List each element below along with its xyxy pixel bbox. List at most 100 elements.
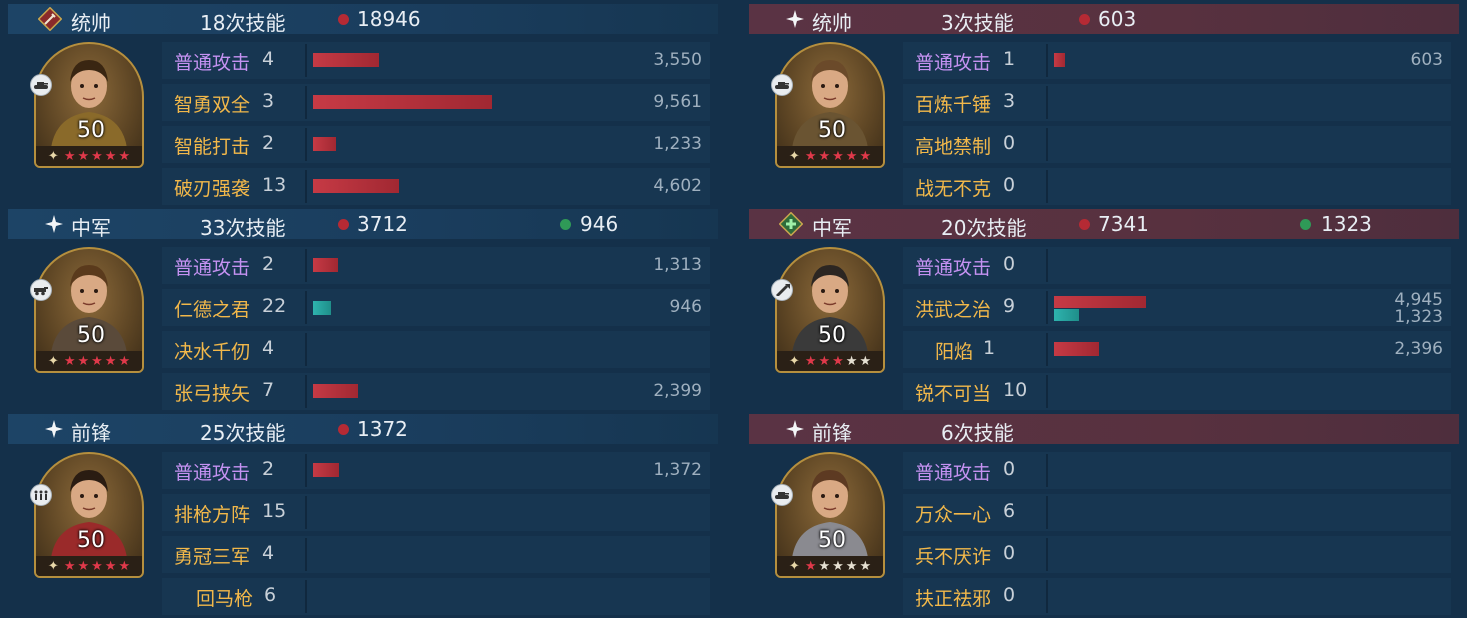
skill-row[interactable]: 百炼千锤 3 <box>903 82 1451 122</box>
skill-count: 6次技能 <box>941 421 1014 445</box>
skill-name: 排枪方阵 <box>174 504 251 526</box>
skill-times: 6 <box>264 584 277 606</box>
star-icon: ★ <box>104 558 117 574</box>
section-header: 前锋 6次技能 <box>749 414 1459 445</box>
skill-row[interactable]: 扶正祛邪 0 <box>903 576 1451 616</box>
row-divider <box>305 291 307 324</box>
rank-icon: ✦ <box>47 558 59 574</box>
skill-name: 洪武之治 <box>915 299 992 321</box>
skill-row[interactable]: 决水千仞 4 <box>162 329 710 369</box>
row-divider <box>305 170 307 203</box>
skill-times: 7 <box>262 379 275 401</box>
skill-times: 15 <box>262 500 287 522</box>
skill-times: 4 <box>262 337 275 359</box>
skill-row[interactable]: 阳焰 1 2,396 <box>903 329 1451 369</box>
total-heal: 1323 <box>1321 212 1372 236</box>
star-icon: ★ <box>818 148 831 164</box>
skill-times: 0 <box>1003 174 1016 196</box>
skill-row[interactable]: 排枪方阵 15 <box>162 492 710 532</box>
skill-times: 4 <box>262 542 275 564</box>
star-rating: ✦ ★ ★ ★ ★ ★ <box>36 556 142 576</box>
row-divider <box>305 496 307 529</box>
star-icon: ★ <box>818 558 831 574</box>
damage-bar <box>313 53 380 67</box>
skill-row[interactable]: 普通攻击 0 <box>903 245 1451 285</box>
star-icon: ★ <box>859 558 872 574</box>
skill-times: 0 <box>1003 458 1016 480</box>
total-damage: 18946 <box>357 7 421 31</box>
skill-row[interactable]: 普通攻击 2 1,372 <box>162 450 710 490</box>
section-right-2: 前锋 6次技能 50 ✦ ★ ★ ★ ★ ★ 普通攻击 0 万众一心 6 兵不厌诈 0 扶正祛邪 0 <box>749 410 1459 615</box>
hero-portrait[interactable]: 50 ✦ ★ ★ ★ ★ ★ <box>34 247 144 373</box>
skill-row[interactable]: 普通攻击 4 3,550 <box>162 40 710 80</box>
star-icon: ★ <box>77 148 90 164</box>
skill-row[interactable]: 勇冠三军 4 <box>162 534 710 574</box>
tank-icon <box>771 74 793 96</box>
skill-name: 回马枪 <box>196 588 254 610</box>
row-divider <box>1046 170 1048 203</box>
damage-value: 1,372 <box>653 460 702 480</box>
section-header: 中军 33次技能 3712 946 <box>8 209 718 240</box>
skill-count: 20次技能 <box>941 216 1027 240</box>
star-icon: ★ <box>818 353 831 369</box>
row-divider <box>305 86 307 119</box>
damage-bar <box>1054 53 1066 67</box>
skill-times: 0 <box>1003 253 1016 275</box>
row-divider <box>1046 496 1048 529</box>
skill-row[interactable]: 普通攻击 1 603 <box>903 40 1451 80</box>
section-right-1: 中军 20次技能 7341 1323 50 ✦ ★ ★ ★ ★ ★ 普通攻击 0 洪武之治 9 4,945 1,… <box>749 205 1459 410</box>
skill-row[interactable]: 普通攻击 0 <box>903 450 1451 490</box>
skill-name: 阳焰 <box>935 341 974 363</box>
star-icon: ★ <box>804 353 817 369</box>
row-divider <box>1046 44 1048 77</box>
skill-times: 3 <box>262 90 275 112</box>
position-label: 中军 <box>812 216 852 240</box>
skill-times: 2 <box>262 253 275 275</box>
damage-bar <box>313 179 400 193</box>
star-icon: ★ <box>91 148 103 164</box>
skill-row[interactable]: 回马枪 6 <box>162 576 710 616</box>
total-heal: 946 <box>580 212 619 236</box>
skill-row[interactable]: 兵不厌诈 0 <box>903 534 1451 574</box>
skill-row[interactable]: 张弓挟矢 7 2,399 <box>162 371 710 411</box>
position-label: 统帅 <box>812 11 852 35</box>
skill-name: 勇冠三军 <box>174 546 251 568</box>
star-icon: ★ <box>77 558 90 574</box>
star-icon: ★ <box>104 148 117 164</box>
section-header: 统帅 18次技能 18946 <box>8 4 718 35</box>
skill-row[interactable]: 锐不可当 10 <box>903 371 1451 411</box>
star-icon: ★ <box>832 558 844 574</box>
sword-emblem-icon <box>38 7 62 31</box>
damage-value: 603 <box>1410 50 1443 70</box>
hero-portrait[interactable]: 50 ✦ ★ ★ ★ ★ ★ <box>34 452 144 578</box>
skill-count: 3次技能 <box>941 11 1014 35</box>
skill-count: 25次技能 <box>200 421 286 445</box>
hero-portrait[interactable]: 50 ✦ ★ ★ ★ ★ ★ <box>34 42 144 168</box>
rank-icon: ✦ <box>788 148 800 164</box>
damage-bar <box>1054 342 1099 356</box>
skill-row[interactable]: 洪武之治 9 4,945 1,323 <box>903 287 1451 327</box>
hero-portrait[interactable]: 50 ✦ ★ ★ ★ ★ ★ <box>775 247 885 373</box>
skill-row[interactable]: 智能打击 2 1,233 <box>162 124 710 164</box>
damage-value: 4,602 <box>653 176 702 196</box>
star-icon: ★ <box>118 148 131 164</box>
section-left-0: 统帅 18次技能 18946 50 ✦ ★ ★ ★ ★ ★ 普通攻击 4 3,550 智勇双全 3 9,561… <box>8 0 718 205</box>
row-divider <box>305 44 307 77</box>
skill-row[interactable]: 战无不克 0 <box>903 166 1451 206</box>
total-damage: 3712 <box>357 212 408 236</box>
skill-row[interactable]: 智勇双全 3 9,561 <box>162 82 710 122</box>
hero-portrait[interactable]: 50 ✦ ★ ★ ★ ★ ★ <box>775 42 885 168</box>
skill-row[interactable]: 仁德之君 22 946 <box>162 287 710 327</box>
total-damage: 603 <box>1098 7 1137 31</box>
skill-row[interactable]: 万众一心 6 <box>903 492 1451 532</box>
star-icon: ★ <box>77 353 90 369</box>
skill-row[interactable]: 高地禁制 0 <box>903 124 1451 164</box>
skill-row[interactable]: 破刃强袭 13 4,602 <box>162 166 710 206</box>
skill-row[interactable]: 普通攻击 2 1,313 <box>162 245 710 285</box>
skill-name: 张弓挟矢 <box>174 383 251 405</box>
hero-level: 50 <box>77 323 105 348</box>
hero-portrait[interactable]: 50 ✦ ★ ★ ★ ★ ★ <box>775 452 885 578</box>
skill-name: 锐不可当 <box>915 383 992 405</box>
star-icon: ★ <box>845 148 858 164</box>
skill-times: 0 <box>1003 584 1016 606</box>
